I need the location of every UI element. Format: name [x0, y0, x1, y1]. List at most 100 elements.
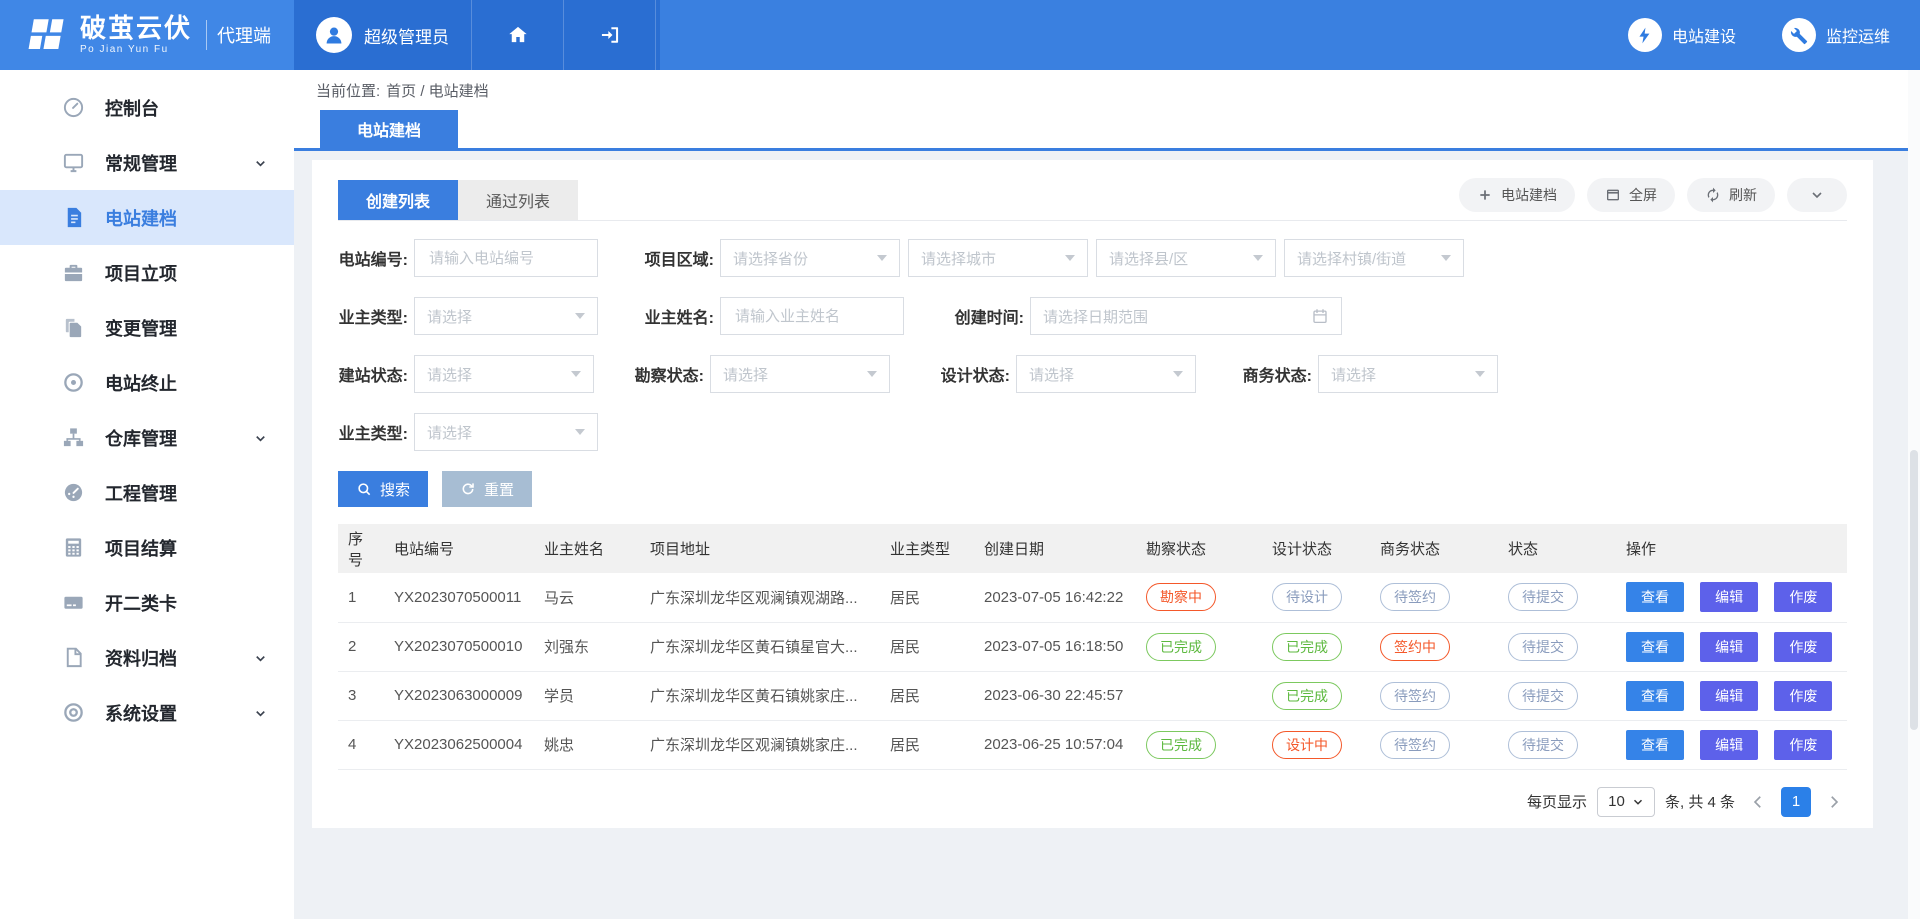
page-1-button[interactable]: 1	[1781, 787, 1811, 817]
sidebar-item-engineering-mgmt[interactable]: 工程管理	[0, 465, 294, 520]
business-status-badge: 签约中	[1380, 633, 1450, 661]
user-avatar	[316, 17, 352, 53]
station-table: 序号 电站编号 业主姓名 项目地址 业主类型 创建日期 勘察状态 设计状态 商务…	[338, 524, 1847, 770]
caret-down-icon	[877, 255, 887, 261]
reset-button[interactable]: 重置	[442, 471, 532, 507]
refresh-icon	[1705, 187, 1721, 203]
edit-button[interactable]: 编辑	[1700, 582, 1758, 612]
business-status-select[interactable]: 请选择	[1318, 355, 1498, 393]
station-archive-card: 创建列表 通过列表 电站建档 全屏 刷新	[312, 160, 1873, 828]
table-header: 序号 电站编号 业主姓名 项目地址 业主类型 创建日期 勘察状态 设计状态 商务…	[338, 524, 1847, 573]
add-station-button[interactable]: 电站建档	[1459, 178, 1575, 212]
tab-passed-list[interactable]: 通过列表	[458, 180, 578, 220]
page-tab-bar: 电站建档	[294, 110, 1920, 151]
sidebar-item-console[interactable]: 控制台	[0, 80, 294, 135]
void-button[interactable]: 作废	[1774, 632, 1832, 662]
county-select[interactable]: 请选择县/区	[1096, 239, 1276, 277]
owner-type-select[interactable]: 请选择	[414, 297, 598, 335]
filter-actions: 搜索 重置	[338, 471, 1847, 507]
top-bar: 破茧云伏 Po Jian Yun Fu 代理端 超级管理员 电站建设	[0, 0, 1920, 70]
brand-text: 破茧云伏 Po Jian Yun Fu	[80, 15, 192, 55]
sidebar-item-station-archive[interactable]: 电站建档	[0, 190, 294, 245]
chevron-down-icon	[253, 650, 268, 665]
edit-button[interactable]: 编辑	[1700, 632, 1758, 662]
view-button[interactable]: 查看	[1626, 730, 1684, 760]
sidebar-item-label: 开二类卡	[105, 590, 177, 616]
caret-down-icon	[867, 371, 877, 377]
scrollbar-thumb[interactable]	[1910, 450, 1918, 730]
station-id-input[interactable]	[427, 249, 585, 268]
edit-button[interactable]: 编辑	[1700, 730, 1758, 760]
card-icon	[62, 591, 85, 614]
table-row: 3 YX2023063000009 学员 广东深圳龙华区黄石镇姚家庄... 居民…	[338, 671, 1847, 720]
view-button[interactable]: 查看	[1626, 681, 1684, 711]
logout-button[interactable]	[564, 0, 656, 70]
sidebar-item-type2-card[interactable]: 开二类卡	[0, 575, 294, 630]
survey-status-badge: 已完成	[1146, 731, 1216, 759]
nav-station-build[interactable]: 电站建设	[1628, 18, 1736, 52]
top-bar-user-section: 超级管理员	[294, 0, 660, 70]
date-range-input[interactable]: 请选择日期范围	[1030, 297, 1342, 335]
filter-label: 勘察状态:	[634, 362, 704, 386]
card-header: 创建列表 通过列表 电站建档 全屏 刷新	[338, 178, 1847, 221]
fullscreen-button[interactable]: 全屏	[1587, 178, 1675, 212]
build-status-select[interactable]: 请选择	[414, 355, 594, 393]
design-status-select[interactable]: 请选择	[1016, 355, 1196, 393]
nav-label: 监控运维	[1826, 23, 1890, 47]
calendar-icon	[1311, 307, 1329, 325]
brand-divider	[206, 20, 207, 50]
user-menu[interactable]: 超级管理员	[294, 0, 472, 70]
chevron-down-icon	[253, 155, 268, 170]
owner-type-select-2[interactable]: 请选择	[414, 413, 598, 451]
per-page-select[interactable]: 10	[1597, 787, 1655, 817]
view-button[interactable]: 查看	[1626, 632, 1684, 662]
sidebar-item-label: 电站建档	[105, 205, 177, 231]
town-select[interactable]: 请选择村镇/街道	[1284, 239, 1464, 277]
search-button[interactable]: 搜索	[338, 471, 428, 507]
sidebar-item-label: 项目结算	[105, 535, 177, 561]
page-tab-station-archive[interactable]: 电站建档	[320, 110, 458, 148]
prev-page-button[interactable]	[1745, 787, 1771, 817]
void-button[interactable]: 作废	[1774, 582, 1832, 612]
owner-name-input[interactable]	[733, 307, 891, 326]
refresh-button[interactable]: 刷新	[1687, 178, 1775, 212]
nav-monitor-ops[interactable]: 监控运维	[1782, 18, 1890, 52]
col-no: 序号	[338, 524, 384, 573]
sidebar-item-data-archive[interactable]: 资料归档	[0, 630, 294, 685]
chevron-down-icon	[253, 430, 268, 445]
sidebar-item-project-settlement[interactable]: 项目结算	[0, 520, 294, 575]
sidebar-item-warehouse-mgmt[interactable]: 仓库管理	[0, 410, 294, 465]
city-select[interactable]: 请选择城市	[908, 239, 1088, 277]
edit-button[interactable]: 编辑	[1700, 681, 1758, 711]
caret-down-icon	[575, 313, 585, 319]
sidebar-item-station-termination[interactable]: 电站终止	[0, 355, 294, 410]
plus-icon	[1477, 187, 1493, 203]
col-owner-type: 业主类型	[880, 524, 974, 573]
archive-icon	[62, 646, 85, 669]
void-button[interactable]: 作废	[1774, 730, 1832, 760]
sidebar-item-general-mgmt[interactable]: 常规管理	[0, 135, 294, 190]
status-badge: 待提交	[1508, 682, 1578, 710]
sidebar-item-project-approval[interactable]: 项目立项	[0, 245, 294, 300]
collapse-toolbar-button[interactable]	[1787, 178, 1847, 212]
owner-name-input-wrap	[720, 297, 904, 335]
void-button[interactable]: 作废	[1774, 681, 1832, 711]
filter-label: 业主类型:	[338, 420, 408, 444]
breadcrumb-prefix: 当前位置:	[316, 80, 380, 101]
caret-down-icon	[1475, 371, 1485, 377]
sidebar-item-label: 资料归档	[105, 645, 177, 671]
top-nav: 电站建设 监控运维	[660, 0, 1920, 70]
sidebar-item-system-settings[interactable]: 系统设置	[0, 685, 294, 740]
survey-status-select[interactable]: 请选择	[710, 355, 890, 393]
filter-row-4: 业主类型: 请选择	[338, 413, 1847, 451]
view-button[interactable]: 查看	[1626, 582, 1684, 612]
scrollbar-track[interactable]	[1908, 70, 1920, 919]
next-page-button[interactable]	[1821, 787, 1847, 817]
filter-label: 业主姓名:	[644, 304, 714, 328]
breadcrumb-path[interactable]: 首页 / 电站建档	[386, 80, 489, 101]
province-select[interactable]: 请选择省份	[720, 239, 900, 277]
tab-created-list[interactable]: 创建列表	[338, 180, 458, 220]
copy-icon	[62, 316, 85, 339]
home-button[interactable]	[472, 0, 564, 70]
sidebar-item-change-mgmt[interactable]: 变更管理	[0, 300, 294, 355]
